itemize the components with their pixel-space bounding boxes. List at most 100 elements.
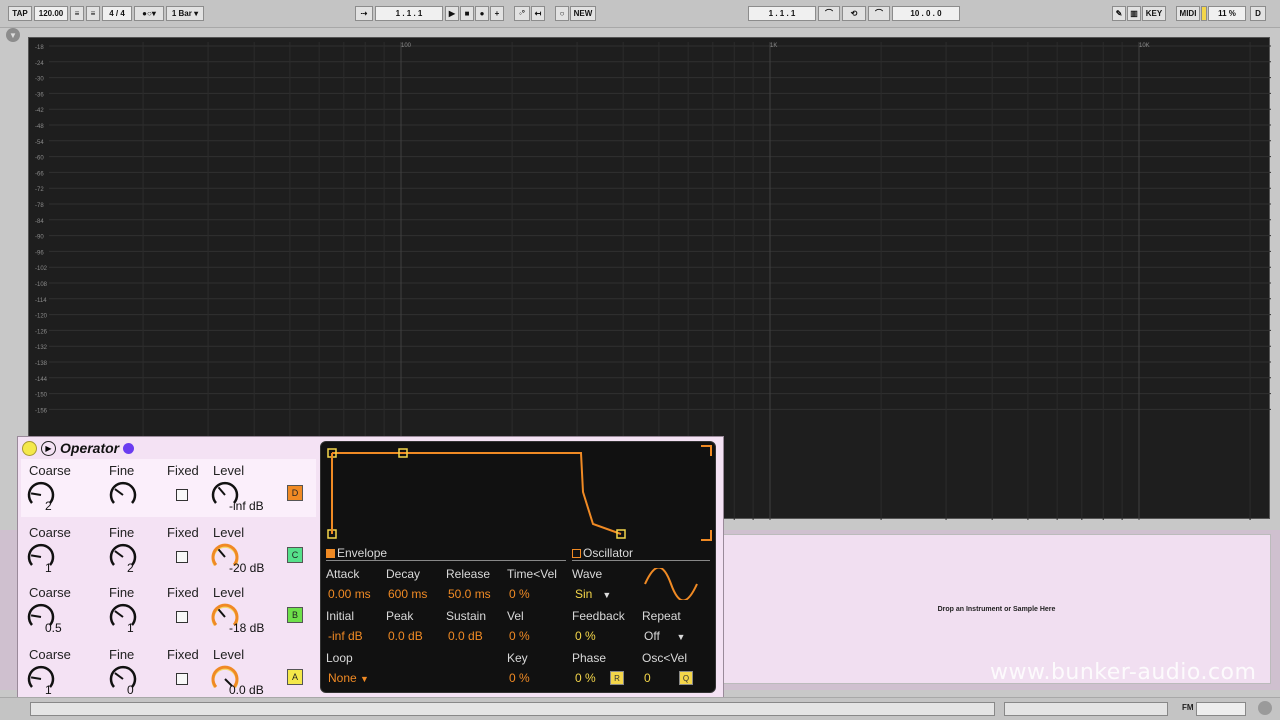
decay-label: Decay [386,567,421,581]
nudge-icon[interactable]: ≡ [70,6,84,21]
frequency-tick-label: 10K [1139,43,1150,49]
db-tick-label: -120 [35,314,48,320]
collapse-icon[interactable]: ▼ [6,28,20,42]
fixed-checkbox[interactable] [176,551,188,563]
fixed-label: Fixed [167,647,199,662]
follow-icon[interactable]: ⇢ [355,6,373,21]
expand-icon[interactable]: ▶ [41,440,56,456]
initial-label: Initial [326,609,355,623]
quantize-select[interactable]: 1 Bar ▾ [166,6,204,21]
initial-value[interactable]: -inf dB [328,629,363,643]
vel-label: Vel [507,609,524,623]
stop-icon[interactable]: ■ [460,6,474,21]
operator-header: ▶ Operator [18,437,318,459]
time-signature-field[interactable]: 4 / 4 [102,6,132,21]
operator-row-c[interactable]: Coarse Fine Fixed Level 1 2 -20 dB C [21,521,316,579]
oscillator-section-icon[interactable] [572,549,581,558]
operator-tag-d[interactable]: D [287,485,303,501]
db-tick-label: -60 [35,156,44,162]
fixed-checkbox[interactable] [176,611,188,623]
play-icon[interactable]: ▶ [445,6,459,21]
vel-value[interactable]: 0 % [509,629,530,643]
decay-value[interactable]: 600 ms [388,587,427,601]
operator-row-b[interactable]: Coarse Fine Fixed Level 0.5 1 -18 dB B [21,581,316,639]
db-tick-label: -144 [35,377,48,383]
operator-tag-a[interactable]: A [287,669,303,685]
coarse-value: 0.5 [45,621,62,635]
coarse-value: 1 [45,561,52,575]
db-tick-label: -18 [35,45,44,51]
status-text-field [30,702,995,716]
back-to-arrangement-icon[interactable]: ↤ [531,6,545,21]
fixed-checkbox[interactable] [176,489,188,501]
fine-knob[interactable] [109,481,137,509]
loop-length-field[interactable]: 10 . 0 . 0 [892,6,960,21]
sustain-value[interactable]: 0.0 dB [448,629,483,643]
nudge-up-icon[interactable]: ≡ [86,6,100,21]
operator-tag-b[interactable]: B [287,607,303,623]
key-value[interactable]: 0 % [509,671,530,685]
db-tick-label: -156 [35,408,48,414]
punch-in-icon[interactable]: ⌒ [818,6,840,21]
level-label: Level [213,525,245,540]
phase-retrigger-button[interactable]: R [610,671,624,685]
fixed-checkbox[interactable] [176,673,188,685]
coarse-label: Coarse [29,647,71,662]
automation-arm-icon[interactable]: ◦° [514,6,530,21]
punch-out-icon[interactable]: ⌒ [868,6,890,21]
wave-select[interactable]: Sin ▼ [575,587,611,601]
operator-tag-c[interactable]: C [287,547,303,563]
metronome-icon[interactable]: ●○▾ [134,6,164,21]
phase-value[interactable]: 0 % [575,671,596,685]
db-tick-label: -108 [35,282,48,288]
loop-select[interactable]: None ▼ [328,671,369,685]
feedback-value[interactable]: 0 % [575,629,596,643]
repeat-select[interactable]: Off ▼ [644,629,685,643]
envelope-section-label: Envelope [337,546,388,560]
osc-vel-label: Osc<Vel [642,651,688,665]
envelope-editor: Envelope Oscillator Attack 0.00 ms Decay… [320,441,716,693]
fine-label: Fine [109,647,135,662]
hide-detail-icon[interactable] [1258,701,1272,715]
loop-start-field[interactable]: 1 . 1 . 1 [748,6,816,21]
fine-value: 1 [127,621,134,635]
fine-label: Fine [109,585,135,600]
db-tick-label: -90 [35,235,44,241]
osc-vel-value[interactable]: 0 [644,671,651,685]
tempo-field[interactable]: 120.00 [34,6,68,21]
tap-button[interactable]: TAP [8,6,32,21]
operator-row-d[interactable]: Coarse Fine Fixed Level 2 -inf dB D [21,459,316,517]
db-tick-label: -78 [35,203,44,209]
overdub-icon[interactable]: + [490,6,504,21]
key-label: Key [507,651,528,665]
hot-swap-icon[interactable] [123,442,135,454]
draw-mode-icon[interactable]: ✎ [1112,6,1126,21]
peak-value[interactable]: 0.0 dB [388,629,423,643]
time-vel-value[interactable]: 0 % [509,587,530,601]
quantize-value: 1 Bar [171,9,192,18]
chevron-down-icon: ▼ [360,674,369,684]
quantize-button[interactable]: Q [679,671,693,685]
record-icon[interactable]: ● [475,6,489,21]
envelope-section-icon[interactable] [326,549,335,558]
device-title: Operator [60,440,120,456]
fixed-label: Fixed [167,525,199,540]
phase-label: Phase [572,651,607,665]
session-record-icon[interactable]: ○ [555,6,569,21]
envelope-divider [326,560,566,561]
coarse-label: Coarse [29,463,71,478]
db-tick-label: -84 [35,219,44,225]
arrangement-position-field[interactable]: 1 . 1 . 1 [375,6,443,21]
new-button[interactable]: NEW [570,6,596,21]
key-map-button[interactable]: KEY [1142,6,1166,21]
wave-label: Wave [572,567,603,581]
loop-switch-icon[interactable]: ⟲ [842,6,866,21]
operator-row-a[interactable]: Coarse Fine Fixed Level 1 0 0.0 dB A [21,643,316,701]
midi-map-button[interactable]: MIDI [1176,6,1200,21]
envelope-graph[interactable] [321,442,717,552]
release-value[interactable]: 50.0 ms [448,587,491,601]
device-chain-overview[interactable] [1196,702,1246,716]
device-on-icon[interactable] [22,440,37,456]
computer-keyboard-icon[interactable]: ▥ [1127,6,1141,21]
attack-value[interactable]: 0.00 ms [328,587,371,601]
